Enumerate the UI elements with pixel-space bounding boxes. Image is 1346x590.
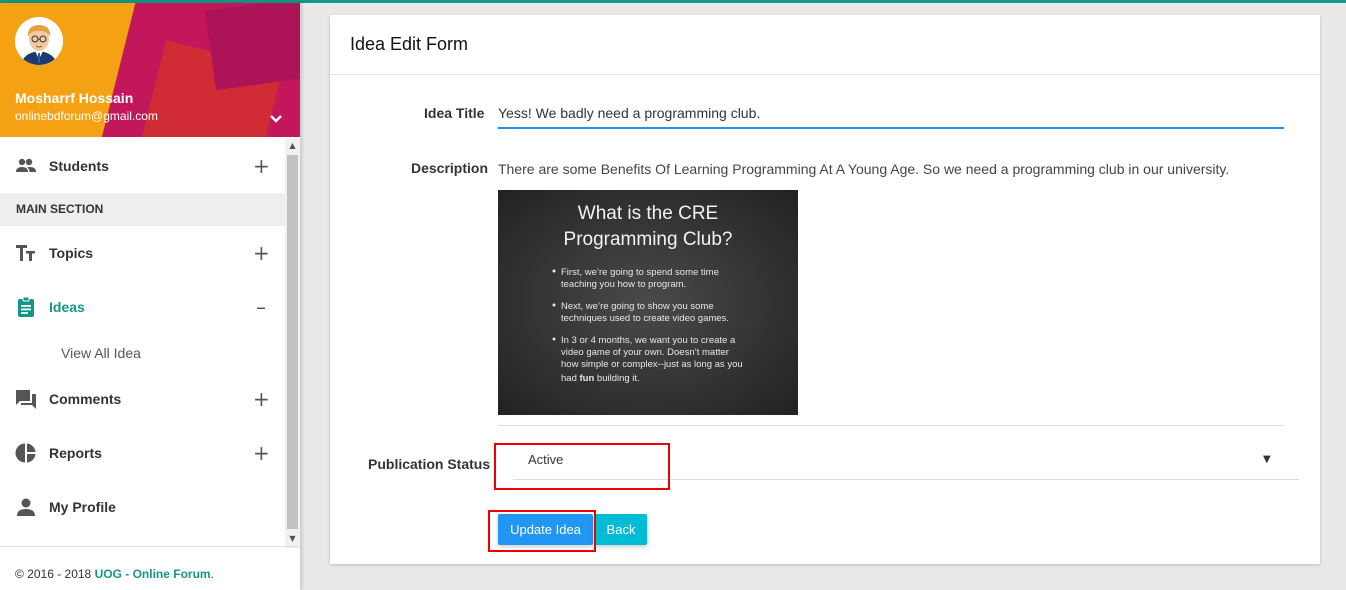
- card-title: Idea Edit Form: [330, 15, 1320, 75]
- user-name: Mosharrf Hossain: [15, 90, 134, 106]
- idea-edit-card: Idea Edit Form Idea Title Description Th…: [330, 15, 1320, 564]
- description-text[interactable]: There are some Benefits Of Learning Prog…: [498, 161, 1229, 177]
- sidebar: Mosharrf Hossain onlinebdforum@gmail.com…: [0, 3, 300, 590]
- slide-bullet-line: In 3 or 4 months, we want you to create …: [561, 335, 736, 346]
- scroll-up-arrow-icon[interactable]: ▲: [285, 139, 300, 153]
- group-icon: [15, 155, 37, 177]
- description-image: What is the CRE Programming Club? First,…: [498, 190, 798, 415]
- expand-plus-icon[interactable]: +: [253, 241, 270, 265]
- user-menu-chevron-down-icon[interactable]: [266, 109, 286, 129]
- user-avatar-icon: [15, 17, 63, 65]
- sidebar-item-label: Reports: [49, 445, 102, 461]
- sidebar-item-label: Comments: [49, 391, 122, 407]
- slide-bullet-line: Next, we’re going to show you some: [561, 301, 714, 312]
- publication-status-label: Publication Status: [368, 456, 491, 472]
- sidebar-item-label: Students: [49, 158, 109, 174]
- sidebar-scrollbar[interactable]: ▲ ▼: [285, 139, 300, 548]
- avatar[interactable]: [15, 17, 63, 65]
- scrollbar-thumb[interactable]: [287, 155, 298, 529]
- pie-chart-icon: [15, 442, 37, 464]
- sidebar-item-label: Topics: [49, 245, 94, 261]
- slide-bullet-line: First, we’re going to spend some time: [561, 267, 719, 278]
- sidebar-item-ideas[interactable]: Ideas –: [0, 280, 285, 334]
- section-header: MAIN SECTION: [0, 193, 285, 226]
- expand-plus-icon[interactable]: +: [253, 154, 270, 178]
- description-underline: [498, 425, 1284, 426]
- sidebar-item-students[interactable]: Students +: [0, 139, 285, 193]
- slide-heading-2: Programming Club?: [564, 229, 733, 250]
- slide-bullet-line: how simple or complex--just as long as y…: [561, 359, 743, 370]
- assignment-icon: [15, 296, 37, 318]
- dropdown-caret-icon: ▼: [1263, 454, 1271, 465]
- slide-bullet-line: video game of your own. Doesn’t matter: [561, 347, 729, 358]
- scroll-down-arrow-icon[interactable]: ▼: [285, 532, 300, 546]
- idea-title-label: Idea Title: [424, 105, 485, 121]
- highlight-box-update: [488, 510, 596, 552]
- sidebar-item-comments[interactable]: Comments +: [0, 372, 285, 426]
- sidebar-subitem-view-all-idea[interactable]: View All Idea: [0, 334, 285, 372]
- user-email: onlinebdforum@gmail.com: [15, 109, 158, 123]
- copyright-text: © 2016 - 2018: [15, 567, 95, 581]
- slide-bullet-line: teaching you how to program.: [561, 279, 686, 290]
- back-button[interactable]: Back: [595, 514, 647, 545]
- sidebar-item-my-profile[interactable]: My Profile: [0, 480, 285, 534]
- sidebar-item-label: My Profile: [49, 499, 116, 515]
- expand-plus-icon[interactable]: +: [253, 387, 270, 411]
- slide-bullet-line: techniques used to create video games.: [561, 313, 729, 324]
- expand-plus-icon[interactable]: +: [253, 441, 270, 465]
- slide-heading-1: What is the CRE: [578, 203, 718, 224]
- copyright-footer: © 2016 - 2018 UOG - Online Forum.: [0, 546, 300, 590]
- sidebar-item-topics[interactable]: Topics +: [0, 226, 285, 280]
- collapse-minus-icon[interactable]: –: [253, 295, 269, 319]
- highlight-box-status: [494, 443, 670, 490]
- sidebar-menu: Students + MAIN SECTION Topics + Ideas –…: [0, 139, 285, 534]
- sidebar-item-reports[interactable]: Reports +: [0, 426, 285, 480]
- slide-bullet-last-line: had fun building it.: [561, 373, 640, 384]
- person-icon: [15, 496, 37, 518]
- description-label: Description: [411, 160, 489, 176]
- user-info: Mosharrf Hossain onlinebdforum@gmail.com: [0, 3, 300, 137]
- brand-link[interactable]: UOG - Online Forum: [95, 567, 211, 581]
- sidebar-item-label: Ideas: [49, 299, 85, 315]
- idea-title-input[interactable]: [498, 99, 1284, 129]
- text-fields-icon: [15, 242, 37, 264]
- copyright-period: .: [210, 567, 214, 581]
- forum-icon: [15, 388, 37, 410]
